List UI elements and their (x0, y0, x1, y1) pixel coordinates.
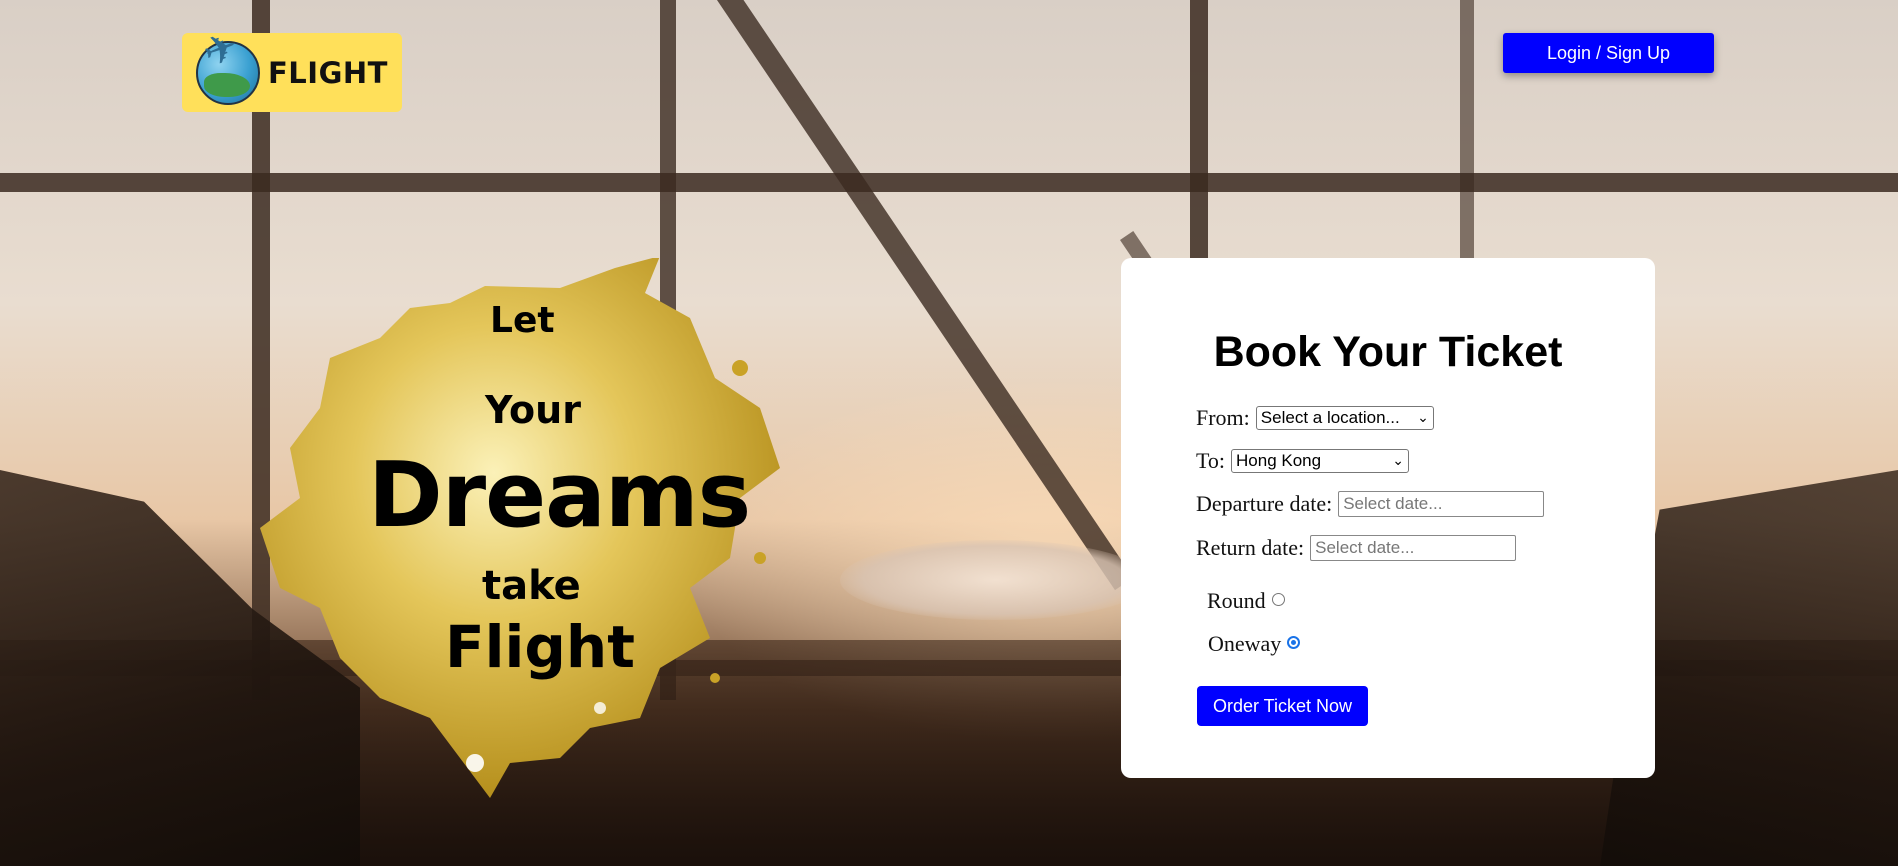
from-label: From: (1196, 405, 1250, 430)
from-select[interactable]: Select a location... ⌄ (1255, 406, 1434, 430)
hero-line: Flight (445, 613, 635, 681)
oneway-trip-option[interactable]: Oneway (1208, 631, 1301, 657)
order-ticket-button[interactable]: Order Ticket Now (1197, 686, 1368, 726)
from-select-value: Select a location... (1260, 408, 1400, 427)
globe-plane-icon: ✈ (196, 22, 260, 105)
booking-card: Book Your Ticket From: Select a location… (1121, 258, 1655, 778)
hero-line: Your (485, 388, 581, 432)
round-trip-option[interactable]: Round (1207, 588, 1285, 614)
site-logo[interactable]: ✈ FLIGHT (182, 22, 402, 112)
from-row: From: Select a location... ⌄ (1196, 405, 1434, 431)
booking-title: Book Your Ticket (1213, 328, 1563, 376)
departure-row: Departure date: Select date... (1196, 491, 1545, 517)
hero-line: take (482, 563, 581, 609)
to-row: To: Hong Kong ⌄ (1196, 448, 1410, 474)
return-row: Return date: Select date... (1196, 535, 1517, 561)
window-frame (0, 173, 1898, 192)
login-signup-button[interactable]: Login / Sign Up (1503, 33, 1714, 73)
to-select-value: Hong Kong (1236, 451, 1322, 470)
oneway-label: Oneway (1208, 631, 1282, 656)
round-radio[interactable] (1271, 592, 1285, 606)
hero-line: Let (490, 300, 555, 341)
hero-tagline: Let Your Dreams take Flight (260, 258, 780, 798)
departure-date-input[interactable]: Select date... (1338, 491, 1545, 517)
page: ✈ FLIGHT Login / Sign Up Let Your Dreams… (0, 0, 1898, 866)
return-date-input[interactable]: Select date... (1310, 535, 1517, 561)
oneway-radio[interactable] (1287, 635, 1301, 649)
chevron-down-icon: ⌄ (1392, 453, 1405, 469)
background-airplane (840, 540, 1150, 620)
return-label: Return date: (1196, 535, 1305, 560)
departure-label: Departure date: (1196, 491, 1333, 516)
to-select[interactable]: Hong Kong ⌄ (1231, 449, 1410, 473)
chevron-down-icon: ⌄ (1417, 410, 1429, 426)
hero-splash: Let Your Dreams take Flight (260, 258, 780, 798)
logo-text: FLIGHT (268, 55, 388, 90)
to-label: To: (1196, 448, 1226, 473)
hero-line: Dreams (368, 443, 751, 548)
round-label: Round (1207, 588, 1266, 613)
